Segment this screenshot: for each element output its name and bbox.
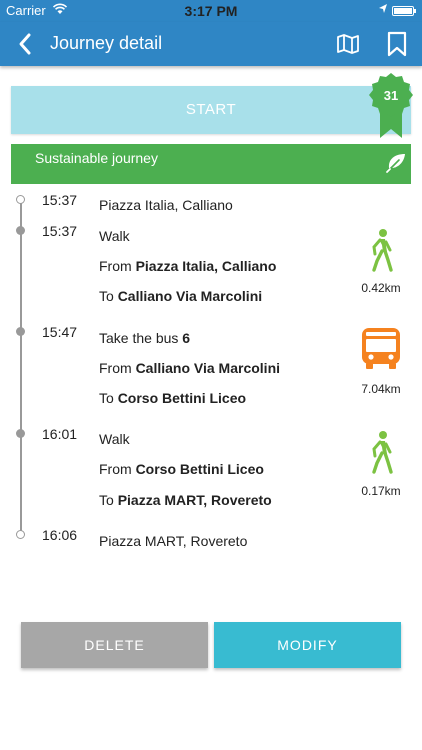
delete-button[interactable]: DELETE: [21, 622, 208, 668]
step-distance: 7.04km: [361, 382, 401, 396]
status-time: 3:17 PM: [184, 3, 238, 19]
walk-icon: [372, 431, 393, 474]
walk-icon: [372, 229, 393, 272]
timeline-line: [20, 202, 22, 534]
from-prefix: From: [99, 258, 136, 274]
action-text: Take the bus: [99, 330, 183, 346]
start-button[interactable]: START: [11, 86, 411, 134]
step-action: Walk: [99, 228, 130, 244]
page-title: Journey detail: [50, 33, 163, 53]
step-from: From Calliano Via Marcolini: [99, 360, 280, 376]
leaf-icon: [386, 154, 405, 173]
from-place: Corso Bettini Liceo: [135, 461, 264, 477]
points-badge: 31: [368, 72, 414, 140]
step-time: 15:47: [42, 324, 78, 340]
step-time: 15:37: [42, 223, 78, 239]
battery-icon: [392, 6, 416, 16]
badge-count: 31: [383, 88, 399, 103]
timeline-end-dot: [16, 530, 25, 539]
back-chevron-icon[interactable]: [14, 32, 38, 56]
sustainable-journey-banner: Sustainable journey: [11, 144, 411, 184]
to-place: Corso Bettini Liceo: [117, 390, 247, 406]
step-time: 16:06: [42, 527, 78, 543]
navigation-bar: Journey detail: [0, 22, 422, 66]
step-action: Walk: [99, 431, 130, 447]
timeline-step-dot: [16, 327, 25, 336]
bus-line-number: 6: [182, 330, 191, 346]
origin-place: Piazza Italia, Calliano: [99, 197, 233, 213]
timeline-step-dot: [16, 429, 25, 438]
step-action: Take the bus 6: [99, 330, 190, 346]
step-from: From Piazza Italia, Calliano: [99, 258, 276, 274]
to-place: Piazza MART, Rovereto: [117, 492, 272, 508]
step-distance: 0.42km: [361, 281, 401, 295]
step-to: To Corso Bettini Liceo: [99, 390, 246, 406]
timeline-start-dot: [16, 195, 25, 204]
timeline-step-dot: [16, 226, 25, 235]
sustainable-label: Sustainable journey: [35, 150, 158, 166]
from-place: Calliano Via Marcolini: [135, 360, 281, 376]
badge-ribbon-icon: [369, 73, 413, 138]
map-icon[interactable]: [336, 32, 360, 56]
step-to: To Calliano Via Marcolini: [99, 288, 262, 304]
bus-icon: [362, 328, 400, 369]
to-place: Calliano Via Marcolini: [117, 288, 263, 304]
to-prefix: To: [99, 390, 118, 406]
to-prefix: To: [99, 492, 118, 508]
step-to: To Piazza MART, Rovereto: [99, 492, 272, 508]
from-prefix: From: [99, 360, 136, 376]
step-time: 15:37: [42, 192, 78, 208]
step-distance: 0.17km: [361, 484, 401, 498]
step-time: 16:01: [42, 426, 78, 442]
to-prefix: To: [99, 288, 118, 304]
status-bar: Carrier 3:17 PM: [0, 0, 422, 22]
step-from: From Corso Bettini Liceo: [99, 461, 264, 477]
modify-button[interactable]: MODIFY: [214, 622, 401, 668]
location-arrow-icon: [379, 4, 387, 13]
from-prefix: From: [99, 461, 136, 477]
from-place: Piazza Italia, Calliano: [135, 258, 277, 274]
bookmark-icon[interactable]: [386, 31, 408, 57]
destination-place: Piazza MART, Rovereto: [99, 533, 248, 549]
